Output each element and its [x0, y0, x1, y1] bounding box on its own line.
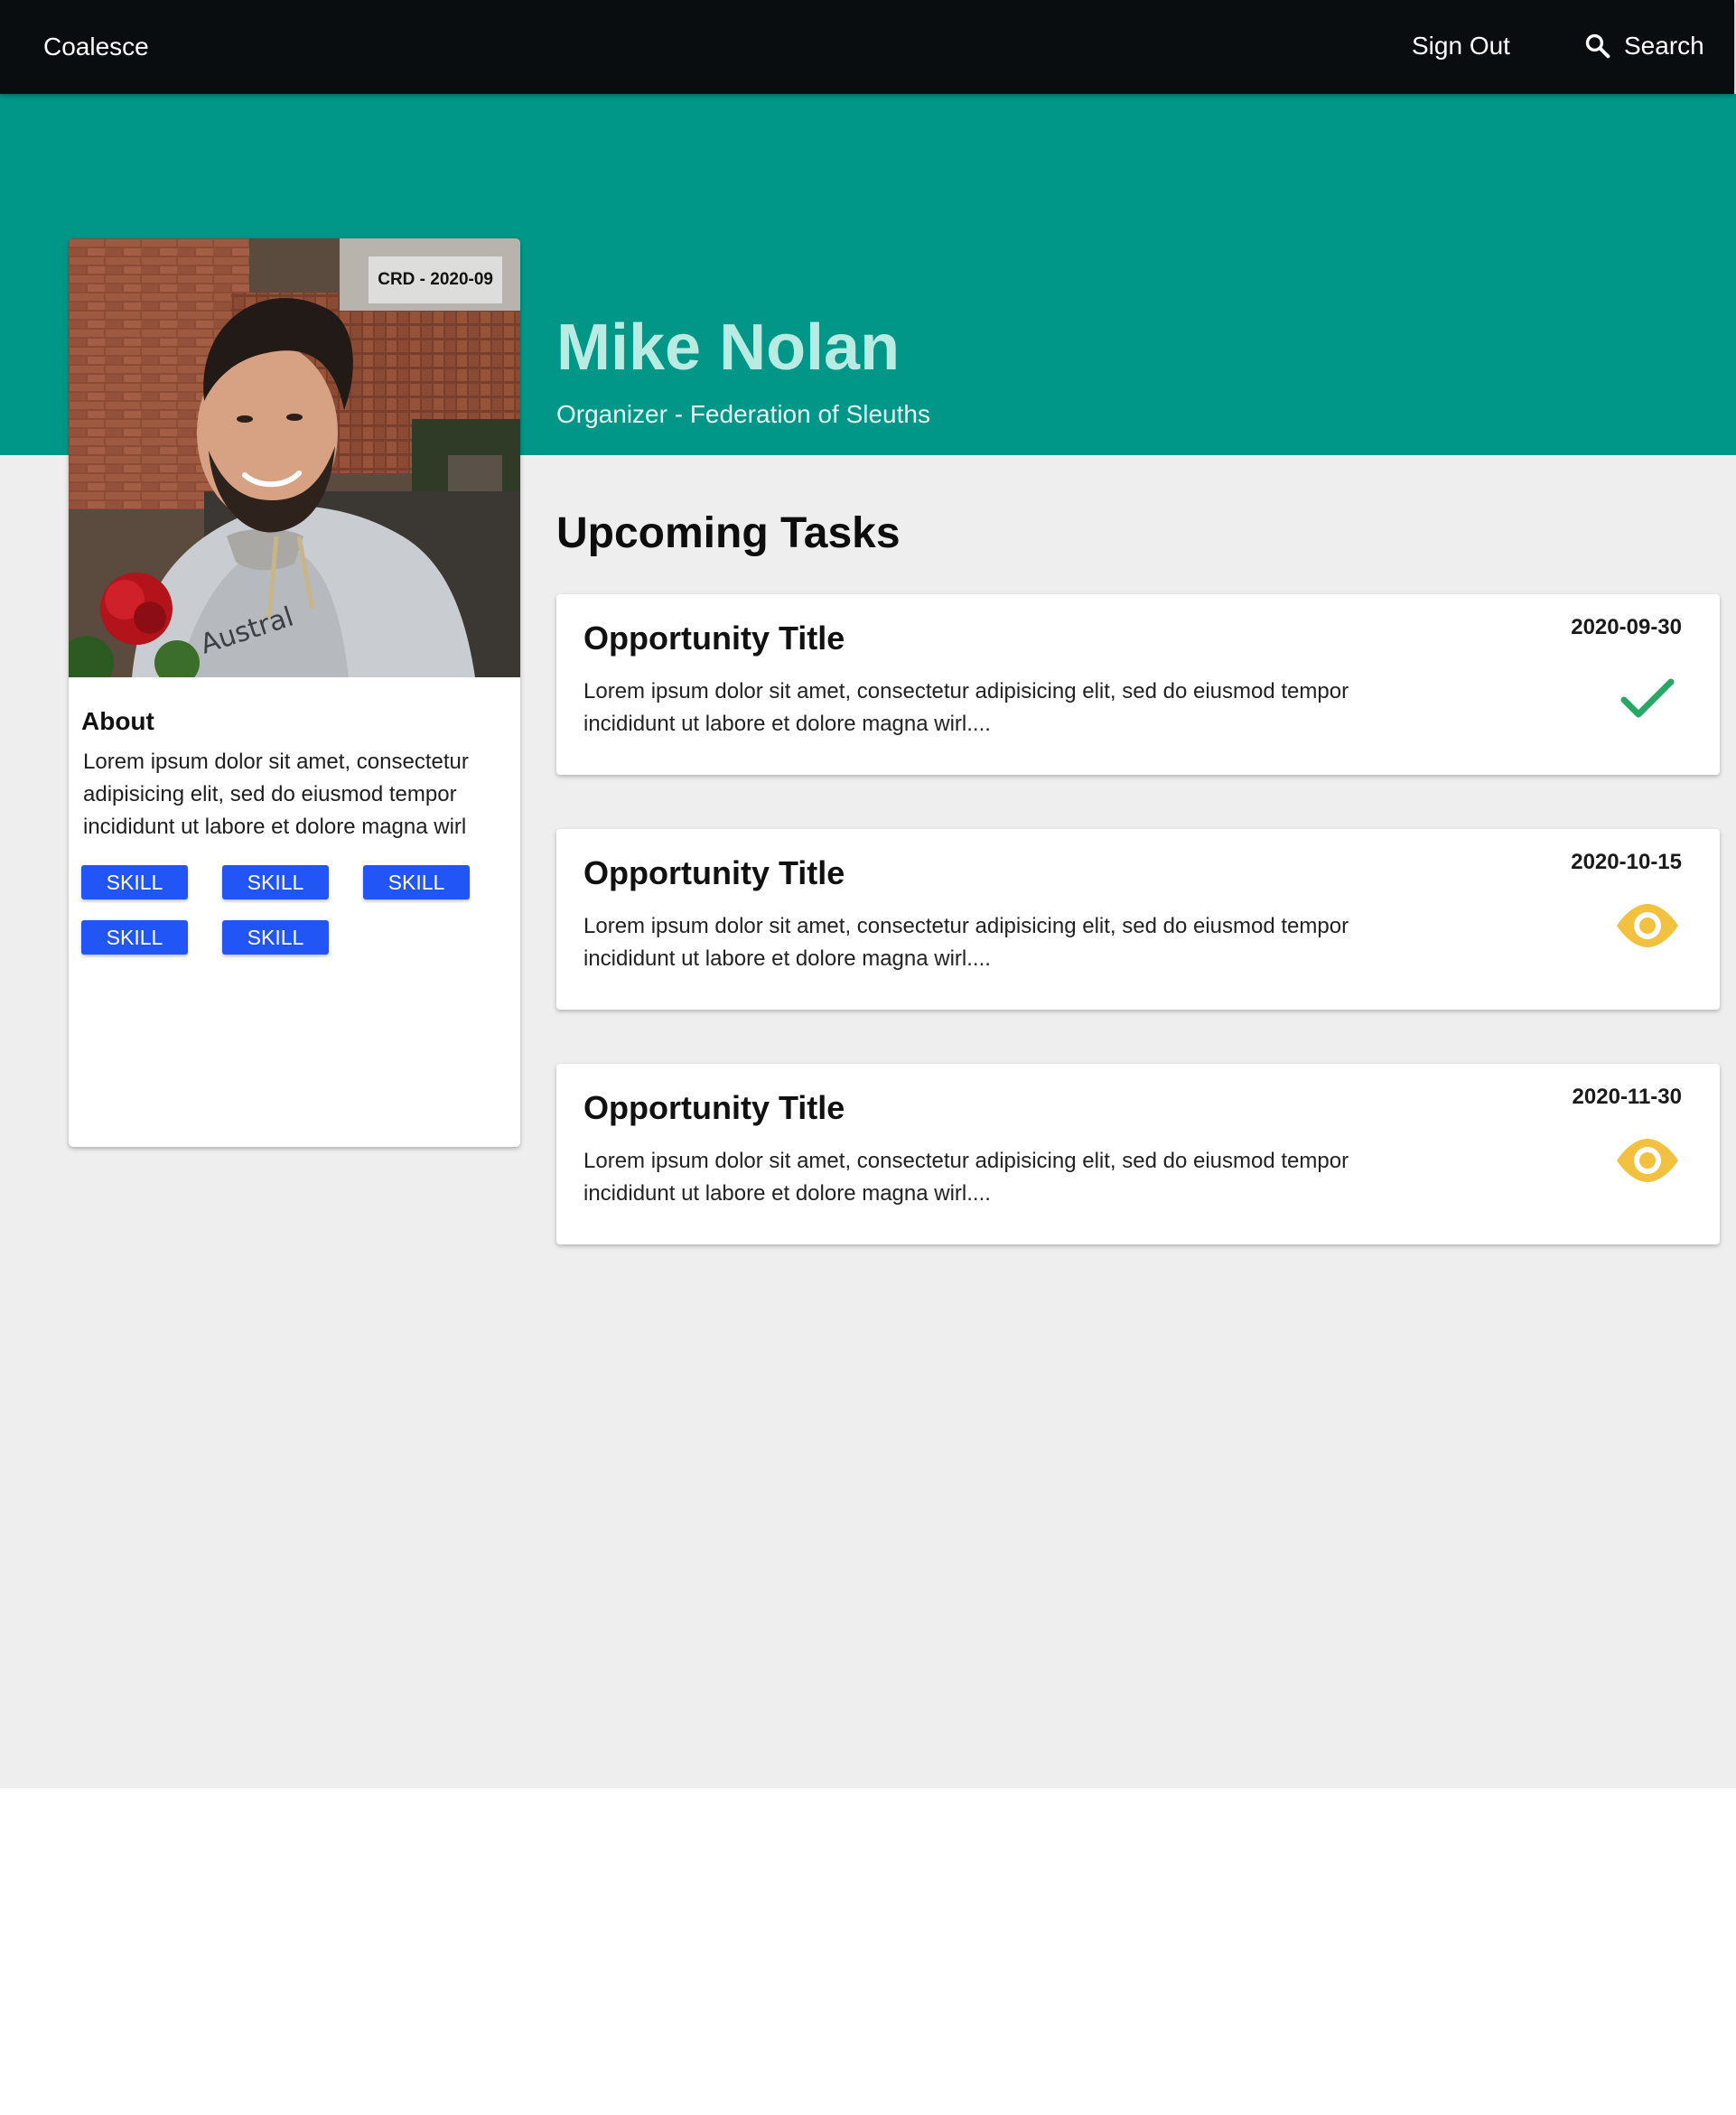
skill-chip[interactable]: SKILL — [81, 920, 188, 955]
skill-chip[interactable]: SKILL — [363, 865, 470, 899]
search-icon — [1585, 33, 1610, 59]
brand-logo-link[interactable]: Coalesce — [43, 30, 149, 64]
task-date: 2020-09-30 — [1571, 615, 1682, 639]
about-text: Lorem ipsum dolor sit amet, consectetur … — [83, 750, 469, 839]
checkmark-icon — [1620, 678, 1675, 718]
task-title: Opportunity Title — [583, 1089, 845, 1126]
profile-card: Austral CRD - 2020-09 About Lorem ipsum … — [69, 238, 520, 1147]
task-description: Lorem ipsum dolor sit amet, consectetur … — [583, 914, 1349, 971]
skill-chip[interactable]: SKILL — [81, 865, 188, 899]
search-label: Search — [1624, 32, 1704, 60]
about-heading: About — [81, 707, 154, 735]
eye-icon — [1617, 1139, 1678, 1182]
top-nav-bar: Coalesce Sign Out Search — [0, 0, 1734, 94]
task-title: Opportunity Title — [583, 620, 845, 657]
task-card[interactable]: Opportunity Title Lorem ipsum dolor sit … — [556, 594, 1720, 775]
task-description: Lorem ipsum dolor sit amet, consectetur … — [583, 1149, 1349, 1206]
task-description: Lorem ipsum dolor sit amet, consectetur … — [583, 679, 1349, 736]
profile-photo: Austral CRD - 2020-09 — [69, 238, 520, 677]
app-root: Coalesce Sign Out Search Mike Nolan Orga… — [0, 0, 1736, 1788]
task-status[interactable] — [1611, 894, 1684, 957]
profile-name: Mike Nolan — [556, 312, 901, 384]
search-button[interactable]: Search — [1582, 27, 1704, 65]
upcoming-tasks-heading: Upcoming Tasks — [556, 509, 901, 557]
task-card[interactable]: Opportunity Title Lorem ipsum dolor sit … — [556, 829, 1720, 1010]
task-date: 2020-11-30 — [1572, 1085, 1682, 1109]
skill-chip[interactable]: SKILL — [222, 865, 329, 899]
crd-badge: CRD - 2020-09 — [369, 256, 502, 303]
task-title: Opportunity Title — [583, 854, 845, 891]
skill-chip[interactable]: SKILL — [222, 920, 329, 955]
sign-out-button[interactable]: Sign Out — [1412, 29, 1510, 63]
task-date: 2020-10-15 — [1571, 850, 1682, 874]
profile-role: Organizer - Federation of Sleuths — [556, 400, 930, 428]
task-status[interactable] — [1611, 666, 1684, 730]
task-status[interactable] — [1611, 1129, 1684, 1192]
eye-icon — [1617, 904, 1678, 947]
task-card[interactable]: Opportunity Title Lorem ipsum dolor sit … — [556, 1064, 1720, 1244]
